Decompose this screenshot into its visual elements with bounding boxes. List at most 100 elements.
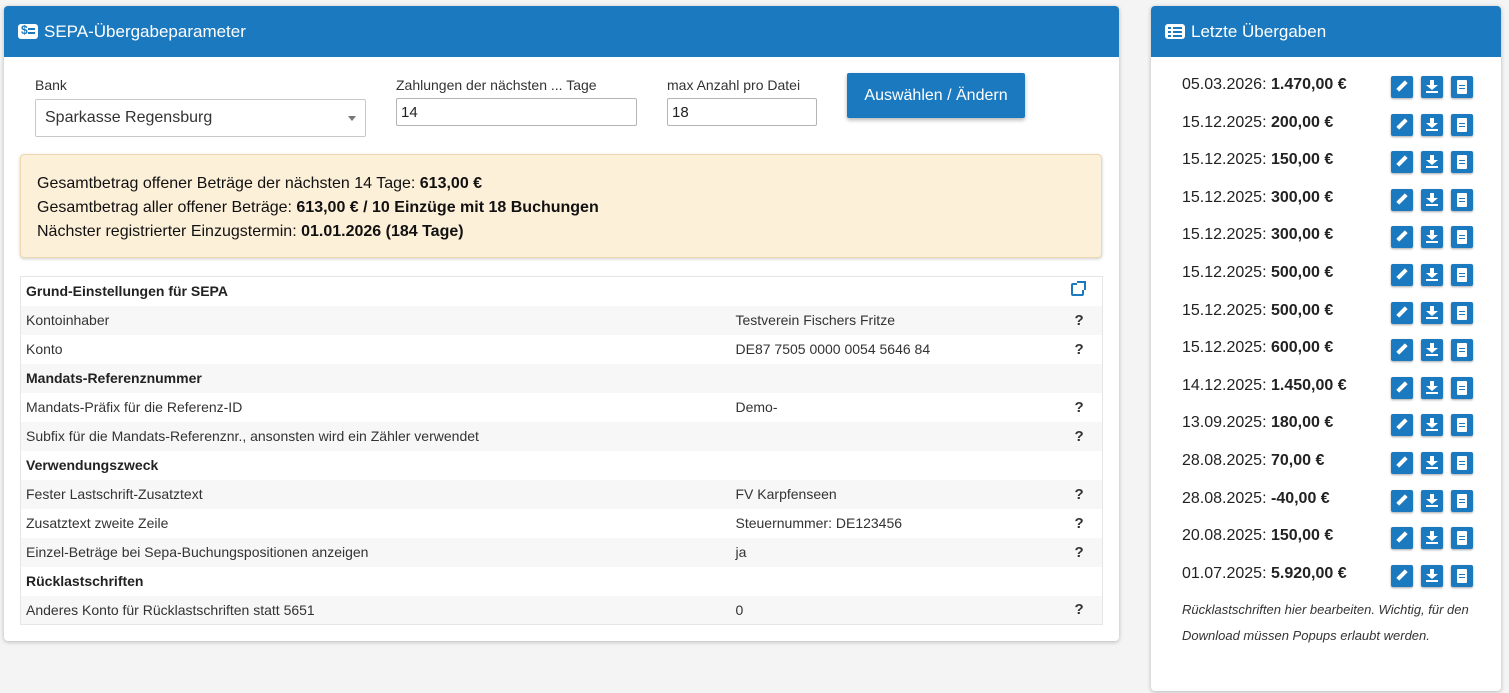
list-item: 15.12.2025: 500,00 €	[1182, 260, 1482, 298]
transfer-entry: 15.12.2025: 300,00 €	[1182, 185, 1391, 207]
pencil-icon[interactable]	[1391, 188, 1413, 211]
document-icon[interactable]	[1451, 301, 1473, 324]
pencil-icon[interactable]	[1391, 414, 1413, 437]
transfer-amount: 1.470,00 €	[1270, 76, 1347, 93]
list-item: 05.03.2026: 1.470,00 €	[1182, 72, 1482, 110]
table-row: Anderes Konto für Rücklastschriften stat…	[20, 595, 1103, 625]
document-icon[interactable]	[1451, 527, 1473, 550]
document-icon[interactable]	[1451, 188, 1473, 211]
document-icon[interactable]	[1451, 263, 1473, 286]
document-icon[interactable]	[1451, 113, 1473, 136]
download-icon[interactable]	[1421, 226, 1443, 249]
transfer-date: 05.03.2026:	[1182, 76, 1267, 93]
caret-down-icon	[348, 116, 356, 121]
pencil-icon[interactable]	[1391, 151, 1413, 174]
help-icon[interactable]: ?	[1053, 480, 1103, 509]
help-icon[interactable]: ?	[1053, 306, 1103, 335]
help-icon[interactable]: ?	[1053, 422, 1103, 451]
transfer-date: 20.08.2025:	[1182, 527, 1267, 545]
bank-select[interactable]: Sparkasse Regensburg	[35, 99, 366, 137]
download-icon[interactable]	[1421, 188, 1443, 211]
setting-label: Zusatztext zweite Zeile	[26, 515, 169, 531]
document-icon[interactable]	[1451, 151, 1473, 174]
sepa-panel-header: SEPA-Übergabeparameter	[4, 6, 1119, 57]
transfer-amount: 1.450,00 €	[1270, 376, 1347, 394]
summary-total-amount: 613,00 € / 10 Einzüge mit 18 Buchungen	[296, 199, 599, 216]
summary-line-next-date: Nächster registrierter Einzugstermin: 01…	[37, 223, 464, 240]
download-icon[interactable]	[1421, 113, 1443, 136]
help-icon[interactable]: ?	[1053, 509, 1103, 538]
list-icon	[1165, 24, 1185, 39]
setting-value: ja	[735, 544, 747, 560]
document-icon[interactable]	[1451, 226, 1473, 249]
table-row: Zusatztext zweite Zeile Steuernummer: DE…	[21, 509, 1103, 538]
help-icon[interactable]: ?	[1053, 596, 1103, 625]
download-icon[interactable]	[1421, 564, 1443, 587]
document-icon[interactable]	[1451, 451, 1473, 474]
pencil-icon[interactable]	[1391, 113, 1413, 136]
document-icon[interactable]	[1451, 564, 1473, 587]
setting-value: Demo-	[735, 399, 778, 415]
recent-transfers-panel: Letzte Übergaben 05.03.2026: 1.470,00 €1…	[1151, 6, 1501, 691]
list-item: 13.09.2025: 180,00 €	[1182, 410, 1482, 448]
max-per-file-input[interactable]	[667, 98, 817, 126]
transfer-amount: 500,00 €	[1270, 263, 1334, 281]
transfer-entry: 14.12.2025: 1.450,00 €	[1182, 373, 1391, 395]
section-row-purpose: Verwendungszweck	[21, 451, 1103, 480]
pencil-icon[interactable]	[1391, 339, 1413, 362]
transfer-entry: 28.08.2025: 70,00 €	[1182, 448, 1391, 470]
pencil-icon[interactable]	[1391, 489, 1413, 512]
transfer-amount: 300,00 €	[1270, 226, 1334, 244]
download-icon[interactable]	[1421, 263, 1443, 286]
download-icon[interactable]	[1421, 527, 1443, 550]
download-icon[interactable]	[1421, 339, 1443, 362]
pencil-icon[interactable]	[1391, 376, 1413, 399]
transfer-date: 15.12.2025:	[1182, 263, 1267, 281]
transfer-amount: 300,00 €	[1270, 188, 1334, 206]
download-icon[interactable]	[1421, 451, 1443, 474]
help-icon[interactable]: ?	[1053, 393, 1103, 422]
section-row-basic: Grund-Einstellungen für SEPA	[21, 277, 1103, 306]
recent-transfers-title: Letzte Übergaben	[1191, 21, 1327, 41]
list-item: 28.08.2025: -40,00 €	[1182, 486, 1482, 524]
pencil-icon[interactable]	[1391, 301, 1413, 324]
download-icon[interactable]	[1421, 301, 1443, 324]
pencil-icon[interactable]	[1391, 564, 1413, 587]
pencil-icon[interactable]	[1391, 451, 1413, 474]
setting-label: Konto	[26, 341, 63, 357]
document-icon[interactable]	[1451, 414, 1473, 437]
document-icon[interactable]	[1451, 76, 1473, 98]
help-icon[interactable]: ?	[1053, 538, 1103, 567]
sepa-parameters-panel: SEPA-Übergabeparameter Bank Sparkasse Re…	[4, 6, 1119, 641]
download-icon[interactable]	[1421, 151, 1443, 174]
transfer-amount: 70,00 €	[1270, 451, 1325, 469]
transfer-date: 15.12.2025:	[1182, 301, 1267, 319]
document-icon[interactable]	[1451, 376, 1473, 399]
list-item: 15.12.2025: 300,00 €	[1182, 222, 1482, 260]
download-icon[interactable]	[1421, 76, 1443, 98]
document-icon[interactable]	[1451, 339, 1473, 362]
pencil-icon[interactable]	[1391, 76, 1413, 98]
download-icon[interactable]	[1421, 489, 1443, 512]
transfer-entry: 01.07.2025: 5.920,00 €	[1182, 561, 1391, 583]
help-icon[interactable]: ?	[1053, 335, 1103, 364]
pencil-icon[interactable]	[1391, 527, 1413, 550]
transfer-date: 13.09.2025:	[1182, 414, 1267, 432]
document-icon[interactable]	[1451, 489, 1473, 512]
pencil-icon[interactable]	[1391, 226, 1413, 249]
transfer-date: 28.08.2025:	[1182, 451, 1267, 469]
section-row-returns: Rücklastschriften	[21, 567, 1103, 596]
days-input[interactable]	[396, 98, 637, 126]
external-link-icon[interactable]	[1070, 280, 1086, 296]
select-change-button[interactable]: Auswählen / Ändern	[847, 73, 1025, 118]
transfer-amount: 600,00 €	[1270, 339, 1334, 357]
table-row: Fester Lastschrift-Zusatztext FV Karpfen…	[20, 479, 1103, 509]
download-icon[interactable]	[1421, 414, 1443, 437]
setting-value: Testverein Fischers Fritze	[735, 312, 895, 328]
transfer-amount: 180,00 €	[1270, 414, 1334, 432]
setting-label: Subfix für die Mandats-Referenznr., anso…	[26, 428, 479, 444]
list-item: 15.12.2025: 150,00 €	[1182, 147, 1482, 185]
pencil-icon[interactable]	[1391, 263, 1413, 286]
transfer-date: 15.12.2025:	[1182, 339, 1267, 357]
download-icon[interactable]	[1421, 376, 1443, 399]
